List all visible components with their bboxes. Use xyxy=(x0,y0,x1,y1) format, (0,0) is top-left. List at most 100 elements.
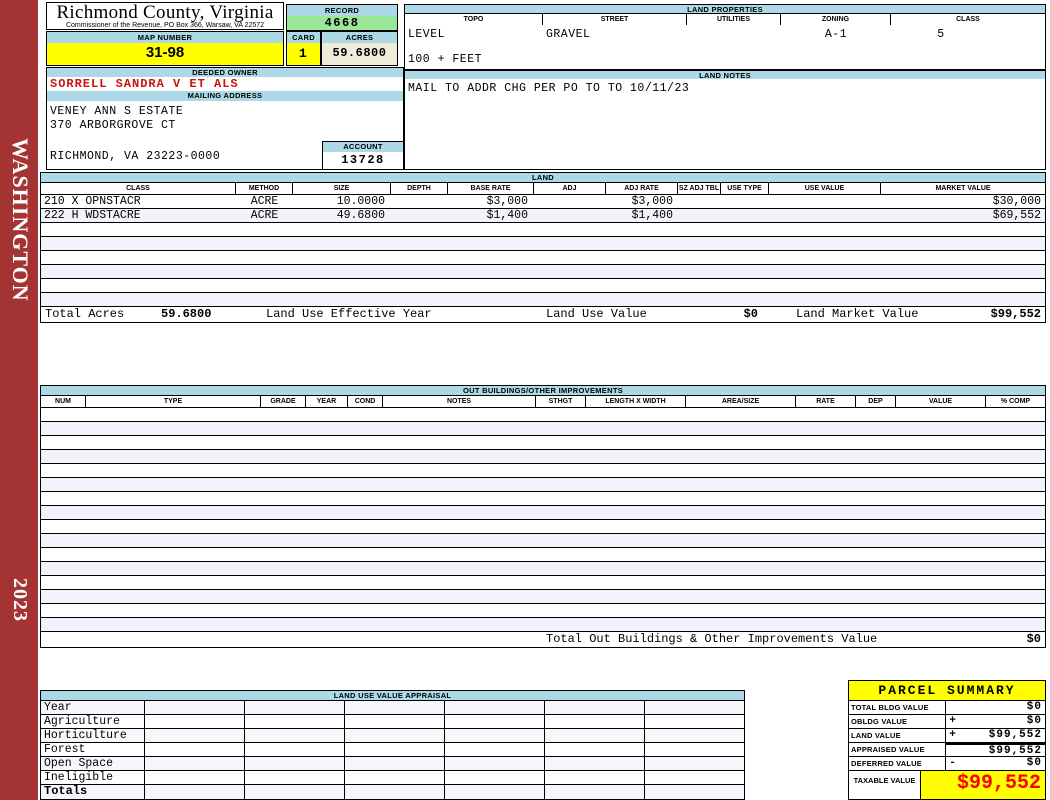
land-rows: 210 X OPNSTACR ACRE 10.0000 $3,000 $3,00… xyxy=(41,195,1045,307)
cell-method: ACRE xyxy=(250,209,279,222)
empty-cell xyxy=(144,743,244,756)
empty-cell xyxy=(444,771,544,784)
cell-market-value: $30,000 xyxy=(992,195,1041,208)
col-year: YEAR xyxy=(306,396,348,407)
empty-cell xyxy=(244,729,344,742)
land-note-text: MAIL TO ADDR CHG PER PO TO TO 10/11/23 xyxy=(408,82,690,95)
empty-cell xyxy=(544,729,644,742)
lua-row-open-space: Open Space xyxy=(41,757,744,771)
empty-cell xyxy=(544,701,644,714)
col-length-width: LENGTH X WIDTH xyxy=(586,396,686,407)
empty-cell xyxy=(244,701,344,714)
empty-row xyxy=(41,436,1045,450)
col-sthgt: STHGT xyxy=(536,396,586,407)
empty-row xyxy=(41,422,1045,436)
row-label: DEFERRED VALUE xyxy=(849,757,946,770)
empty-cell xyxy=(444,785,544,799)
row-label: TOTAL BLDG VALUE xyxy=(849,701,946,714)
zoning-value: A-1 xyxy=(824,28,848,41)
empty-row xyxy=(41,223,1045,237)
empty-cell xyxy=(544,785,644,799)
total-acres-label: Total Acres xyxy=(45,307,125,321)
row-value: $0 xyxy=(1026,715,1042,727)
empty-row xyxy=(41,478,1045,492)
empty-row xyxy=(41,293,1045,307)
empty-cell xyxy=(644,785,744,799)
land-header-row: CLASS METHOD SIZE DEPTH BASE RATE ADJ AD… xyxy=(41,183,1045,195)
cell-use-value xyxy=(769,195,881,208)
empty-row xyxy=(41,604,1045,618)
page-title: Richmond County, Virginia xyxy=(56,2,274,23)
cell-sz-adj-tbl xyxy=(678,195,721,208)
topo-value: LEVEL xyxy=(408,28,446,41)
empty-cell xyxy=(644,701,744,714)
empty-cell xyxy=(444,715,544,728)
parcel-summary: PARCEL SUMMARY TOTAL BLDG VALUE $0 OBLDG… xyxy=(848,680,1046,800)
land-market-value-label: Land Market Value xyxy=(796,307,919,321)
row-label: Agriculture xyxy=(44,715,120,728)
cell-adj-rate: $3,000 xyxy=(631,195,673,208)
empty-cell xyxy=(244,785,344,799)
empty-cell xyxy=(644,757,744,770)
cell-adj-rate: $1,400 xyxy=(631,209,673,222)
land-notes-box: MAIL TO ADDR CHG PER PO TO TO 10/11/23 xyxy=(404,79,1046,170)
empty-row xyxy=(41,576,1045,590)
col-class: CLASS xyxy=(41,183,236,194)
cell-class: 210 X OPNSTACR xyxy=(44,195,141,208)
out-buildings-table: OUT BUILDINGS/OTHER IMPROVEMENTS NUM TYP… xyxy=(40,385,1046,648)
map-number-value: 31-98 xyxy=(46,43,284,66)
row-label: Ineligible xyxy=(44,771,114,784)
address-line-3: RICHMOND, VA 23223-0000 xyxy=(50,150,221,163)
empty-cell xyxy=(644,715,744,728)
summary-row-taxable: TAXABLE VALUE $99,552 xyxy=(849,771,1045,799)
empty-cell xyxy=(244,743,344,756)
land-row: 222 H WDSTACRE ACRE 49.6800 $1,400 $1,40… xyxy=(41,209,1045,223)
land-use-appraisal-table: LAND USE VALUE APPRAISAL Year Agricultur… xyxy=(40,690,745,800)
total-acres-value: 59.6800 xyxy=(161,307,212,321)
acres-value: 59.6800 xyxy=(321,43,398,66)
empty-cell xyxy=(544,715,644,728)
operator xyxy=(946,745,959,756)
empty-row xyxy=(41,279,1045,293)
street-value: GRAVEL xyxy=(546,28,591,41)
account-value: 13728 xyxy=(322,152,404,170)
empty-row xyxy=(41,618,1045,632)
row-value: $99,552 xyxy=(988,729,1042,741)
row-label: APPRAISED VALUE xyxy=(849,743,946,756)
card-value: 1 xyxy=(286,43,321,66)
cell-use-type xyxy=(721,209,769,222)
taxable-value: $99,552 xyxy=(921,771,1045,799)
empty-row xyxy=(41,408,1045,422)
row-value: $99,552 xyxy=(988,745,1042,757)
empty-cell xyxy=(644,743,744,756)
frontage-note: 100 + FEET xyxy=(408,53,483,66)
col-size: SIZE xyxy=(293,183,391,194)
class-value: 5 xyxy=(937,28,945,41)
col-utilities: UTILITIES xyxy=(687,14,781,25)
tax-year: 2023 xyxy=(9,578,31,622)
row-label: Year xyxy=(44,701,72,714)
col-adj-rate: ADJ RATE xyxy=(606,183,678,194)
lua-row-agriculture: Agriculture xyxy=(41,715,744,729)
lua-row-totals: Totals xyxy=(41,785,744,799)
col-topo: TOPO xyxy=(405,14,543,25)
operator xyxy=(946,701,959,714)
empty-row xyxy=(41,520,1045,534)
empty-row xyxy=(41,590,1045,604)
cell-depth xyxy=(391,209,448,222)
summary-row-deferred: DEFERRED VALUE - $0 xyxy=(849,757,1045,771)
out-buildings-section-label: OUT BUILDINGS/OTHER IMPROVEMENTS xyxy=(41,386,1045,396)
land-market-value: $99,552 xyxy=(990,307,1041,321)
row-label: OBLDG VALUE xyxy=(849,715,946,728)
land-totals-row: Total Acres 59.6800 Land Use Effective Y… xyxy=(41,307,1045,322)
empty-cell xyxy=(544,757,644,770)
county-watermark: WASHINGTON xyxy=(8,138,33,302)
out-buildings-header-row: NUM TYPE GRADE YEAR COND NOTES STHGT LEN… xyxy=(41,396,1045,408)
empty-row xyxy=(41,450,1045,464)
land-use-effective-year-label: Land Use Effective Year xyxy=(266,307,432,321)
row-label: LAND VALUE xyxy=(849,729,946,742)
summary-row-total-bldg: TOTAL BLDG VALUE $0 xyxy=(849,701,1045,715)
land-section-label: LAND xyxy=(41,173,1045,183)
col-area-size: AREA/SIZE xyxy=(686,396,796,407)
row-value: $0 xyxy=(1026,701,1042,713)
